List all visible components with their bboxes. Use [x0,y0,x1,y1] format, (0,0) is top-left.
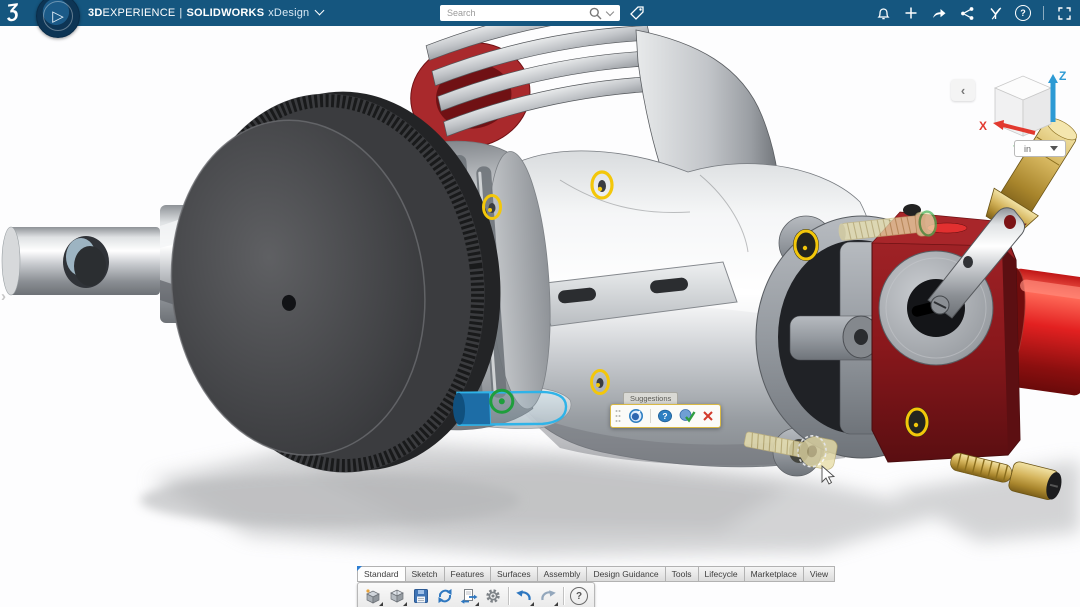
brand-3d: 3D [88,7,102,19]
expand-panel-icon[interactable]: › [1,289,6,304]
svg-text:?: ? [662,411,667,421]
redo-icon[interactable] [537,585,559,607]
help-icon[interactable]: ? [1015,5,1031,21]
accept-suggestion-icon[interactable] [679,408,696,424]
units-dropdown[interactable]: in [1014,140,1066,157]
brand-product: SOLIDWORKS [186,7,264,19]
divider [508,587,509,605]
tab-lifecycle[interactable]: Lifecycle [699,566,745,582]
search-icon[interactable] [589,7,602,20]
notifications-bell-icon[interactable] [875,5,891,21]
compass-play-icon[interactable]: ▷ [36,0,80,38]
sync-icon[interactable] [434,585,456,607]
xdesign-app: › ‹ Z X Y in Suggestions [0,0,1080,607]
help-icon[interactable]: ? [568,585,590,607]
open-design-icon[interactable] [386,585,408,607]
search-input[interactable] [440,8,589,18]
collapse-cube-panel-button[interactable]: ‹ [951,79,975,101]
search-dropdown-icon[interactable] [606,8,614,16]
apply-suggestion-icon[interactable] [628,408,644,424]
suggestions-toolbar: ? [610,404,721,428]
units-value: in [1024,144,1050,154]
3ds-logo-icon: Ʒ [6,0,21,23]
divider [650,409,651,423]
axis-z-label: Z [1059,69,1066,83]
suggestions-label: Suggestions [623,392,678,404]
app-title: 3DEXPERIENCE | SOLIDWORKS xDesign [88,7,323,19]
dropdown-arrow-icon [1050,146,1058,151]
settings-gear-icon[interactable] [482,585,504,607]
tab-assembly[interactable]: Assembly [538,566,588,582]
save-icon[interactable] [410,585,432,607]
share-network-icon[interactable] [959,5,975,21]
tab-surfaces[interactable]: Surfaces [491,566,538,582]
tag-icon[interactable] [628,4,646,22]
axis-x-label: X [979,119,987,133]
divider [1043,6,1044,20]
flywheel-contact-shadow [140,474,520,526]
divider [563,587,564,605]
tab-sketch[interactable]: Sketch [406,566,445,582]
selected-feature-highlight[interactable] [452,388,566,427]
tab-tools[interactable]: Tools [666,566,699,582]
undo-icon[interactable] [513,585,535,607]
app-switcher-chevron-icon[interactable] [315,6,325,16]
search-bar[interactable] [440,5,620,21]
share-arrow-icon[interactable] [931,5,947,21]
tab-design-guidance[interactable]: Design Guidance [587,566,665,582]
import-export-icon[interactable] [458,585,480,607]
tab-marketplace[interactable]: Marketplace [745,566,804,582]
suggestions-popup: Suggestions ? [610,392,721,428]
tab-view[interactable]: View [804,566,835,582]
3d-viewport[interactable]: › ‹ Z X Y in Suggestions [0,26,1080,607]
add-icon[interactable] [903,5,919,21]
tab-standard[interactable]: Standard [357,566,406,582]
brand-separator: | [179,7,182,19]
info-suggestion-icon[interactable]: ? [657,408,673,424]
design-tools-icon[interactable] [987,5,1003,21]
brand-experience: EXPERIENCE [102,7,175,19]
drag-handle-icon[interactable] [614,408,622,424]
topbar-actions: ? [875,0,1072,26]
standard-icon-bar: ? [357,582,595,607]
tab-features[interactable]: Features [445,566,492,582]
ribbon-tabs: Standard Sketch Features Surfaces Assemb… [357,566,835,582]
close-icon[interactable] [702,410,714,422]
top-bar: Ʒ ▷ 3DEXPERIENCE|SOLIDWORKSxDesign [0,0,1080,26]
bottom-toolbar: Standard Sketch Features Surfaces Assemb… [357,566,835,607]
fullscreen-icon[interactable] [1056,5,1072,21]
brand-app: xDesign [268,7,309,19]
engine-model-scene[interactable] [0,26,1080,607]
new-design-icon[interactable] [362,585,384,607]
